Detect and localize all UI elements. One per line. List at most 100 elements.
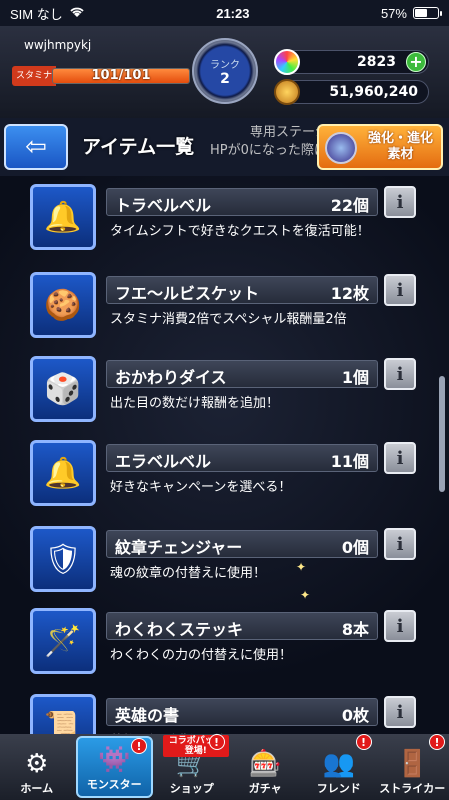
stamina-label: スタミナ	[12, 66, 57, 86]
item-row[interactable]: 📜英雄の書0枚i英雄の証が獲得可能！	[26, 694, 422, 734]
player-info[interactable]: wwjhmpykj スタミナ 101/101	[12, 38, 192, 100]
item-info-button[interactable]: i	[384, 274, 416, 306]
wifi-icon	[69, 6, 85, 21]
item-name: トラベルベル	[115, 196, 212, 215]
back-arrow-icon: ⇦	[25, 132, 47, 162]
item-description: わくわくの力の付替えに使用！	[110, 648, 293, 663]
notification-badge: !	[131, 738, 147, 754]
enhance-label-line2: 素材	[387, 147, 414, 162]
item-row[interactable]: 🍪 フエ〜ルビスケット 12枚 i スタミナ消費2倍でスペシャル報酬量2倍	[26, 272, 422, 348]
gold-coin-icon	[274, 79, 300, 105]
material-gem-icon	[325, 132, 357, 164]
item-name-bar: わくわくステッキ 8本	[106, 612, 378, 640]
rank-label: ランク	[210, 59, 240, 71]
bottom-nav: ⚙ ホーム 👾 モンスター! コラボパック登場! 🛒 ショップ! 🎰 ガチャ 👥 フレンド! 🚪 ストラ…	[0, 734, 449, 800]
monster-icon: 👾	[98, 745, 131, 775]
item-name: エラベルベル	[115, 452, 212, 471]
emblem-icon: 🛡	[30, 526, 96, 592]
item-name: おかわりダイス	[115, 368, 227, 387]
info-icon: i	[396, 701, 404, 723]
item-description: スタミナ消費2倍でスペシャル報酬量2倍	[110, 312, 347, 327]
nav-friend[interactable]: 👥 フレンド!	[302, 734, 376, 800]
nav-label: ストライカー	[379, 782, 446, 795]
orb-counter: 2823 +	[274, 49, 429, 75]
scrollbar[interactable]	[439, 376, 445, 492]
orb-icon	[274, 49, 300, 75]
page-title: アイテム一覧	[82, 136, 195, 158]
add-orbs-button[interactable]: +	[406, 52, 426, 72]
battery-icon	[412, 7, 442, 19]
item-row[interactable]: 🔔 エラベルベル 11個 i 好きなキャンペーンを選べる！	[26, 440, 422, 516]
nav-label: ショップ	[169, 782, 214, 795]
item-name: わくわくステッキ	[115, 620, 244, 639]
gold-counter: 51,960,240	[274, 79, 429, 105]
game-header: wwjhmpykj スタミナ 101/101 ランク 2 2823 + 51,9…	[0, 26, 449, 118]
item-count: 0枚	[341, 706, 369, 725]
gold-count: 51,960,240	[329, 84, 418, 100]
nav-shop[interactable]: コラボパック登場! 🛒 ショップ!	[155, 734, 229, 800]
notification-badge: !	[355, 734, 372, 750]
item-name: フエ〜ルビスケット	[115, 284, 260, 303]
item-count: 1個	[341, 368, 369, 387]
item-description: 魂の紋章の付替えに使用！	[110, 566, 267, 581]
nav-home[interactable]: ⚙ ホーム	[0, 734, 74, 800]
notification-badge: !	[429, 734, 445, 750]
scroll-icon: 📜	[30, 694, 96, 734]
stamina-value: 101/101	[91, 68, 151, 83]
item-list[interactable]: ✦ ✦ ✦ 🔔トラベルベル22個iタイムシフトで好きなクエストを復活可能！🍪フエ…	[0, 176, 449, 734]
item-name-bar: おかわりダイス 1個	[106, 360, 378, 388]
item-name: 紋章チェンジャー	[115, 538, 243, 557]
item-name-bar: エラベルベル 11個	[106, 444, 378, 472]
dice-icon: 🎲	[30, 356, 96, 422]
bell-icon: 🔔	[30, 184, 96, 250]
item-count: 22個	[330, 196, 369, 215]
nav-label: モンスター	[86, 778, 142, 791]
rank-badge[interactable]: ランク 2	[192, 38, 258, 104]
item-info-button[interactable]: i	[384, 186, 416, 218]
item-description: 出た目の数だけ報酬を追加！	[110, 396, 280, 411]
item-description: 好きなキャンペーンを選べる！	[110, 480, 292, 495]
item-count: 0個	[341, 538, 369, 557]
friend-icon: 👥	[322, 749, 355, 779]
item-info-button[interactable]: i	[384, 442, 416, 474]
item-row[interactable]: 🪄 わくわくステッキ 8本 i わくわくの力の付替えに使用！	[26, 608, 422, 684]
nav-label: ホーム	[20, 782, 54, 795]
item-row[interactable]: 🛡 紋章チェンジャー 0個 i 魂の紋章の付替えに使用！	[26, 526, 422, 602]
title-bar: 専用ステージで HPが0になった際にHPのみ回 ⇦ アイテム一覧 強化・進化 素…	[0, 118, 449, 176]
nav-gacha[interactable]: 🎰 ガチャ	[229, 734, 303, 800]
item-count: 11個	[330, 452, 369, 471]
biscuit-icon: 🍪	[30, 272, 96, 338]
striker-icon: 🚪	[396, 749, 429, 779]
status-bar: SIM なし 21:23 57%	[0, 0, 449, 26]
nav-striker[interactable]: 🚪 ストライカー!	[376, 734, 449, 800]
enhance-evolve-materials-button[interactable]: 強化・進化 素材	[317, 124, 443, 170]
carrier-text: SIM なし	[10, 6, 63, 22]
item-info-button[interactable]: i	[384, 358, 416, 390]
item-description: タイムシフトで好きなクエストを復活可能！	[110, 224, 370, 239]
item-name-bar: 英雄の書 0枚	[106, 698, 378, 726]
back-button[interactable]: ⇦	[4, 124, 68, 170]
nav-label: フレンド	[316, 782, 361, 795]
item-name: 英雄の書	[115, 706, 180, 725]
info-icon: i	[396, 363, 404, 385]
battery-percent: 57%	[380, 5, 407, 21]
gold-bell-icon: 🔔	[30, 440, 96, 506]
item-info-button[interactable]: i	[384, 696, 416, 728]
nav-label: ガチャ	[248, 782, 282, 795]
info-icon: i	[396, 191, 404, 213]
info-icon: i	[396, 615, 404, 637]
orb-count: 2823	[357, 54, 396, 70]
item-info-button[interactable]: i	[384, 528, 416, 560]
rank-value: 2	[220, 70, 230, 87]
stamina-meter: スタミナ 101/101	[12, 66, 190, 86]
notification-badge: !	[208, 734, 225, 750]
item-row[interactable]: 🎲 おかわりダイス 1個 i 出た目の数だけ報酬を追加！	[26, 356, 422, 432]
item-info-button[interactable]: i	[384, 610, 416, 642]
item-name-bar: トラベルベル 22個	[106, 188, 378, 216]
nav-monster[interactable]: 👾 モンスター!	[75, 736, 153, 798]
gacha-icon: 🎰	[249, 749, 282, 779]
info-icon: i	[396, 279, 404, 301]
item-row[interactable]: 🔔 トラベルベル 22個 i タイムシフトで好きなクエストを復活可能！	[26, 184, 422, 260]
info-icon: i	[396, 447, 404, 469]
player-name: wwjhmpykj	[24, 38, 92, 52]
